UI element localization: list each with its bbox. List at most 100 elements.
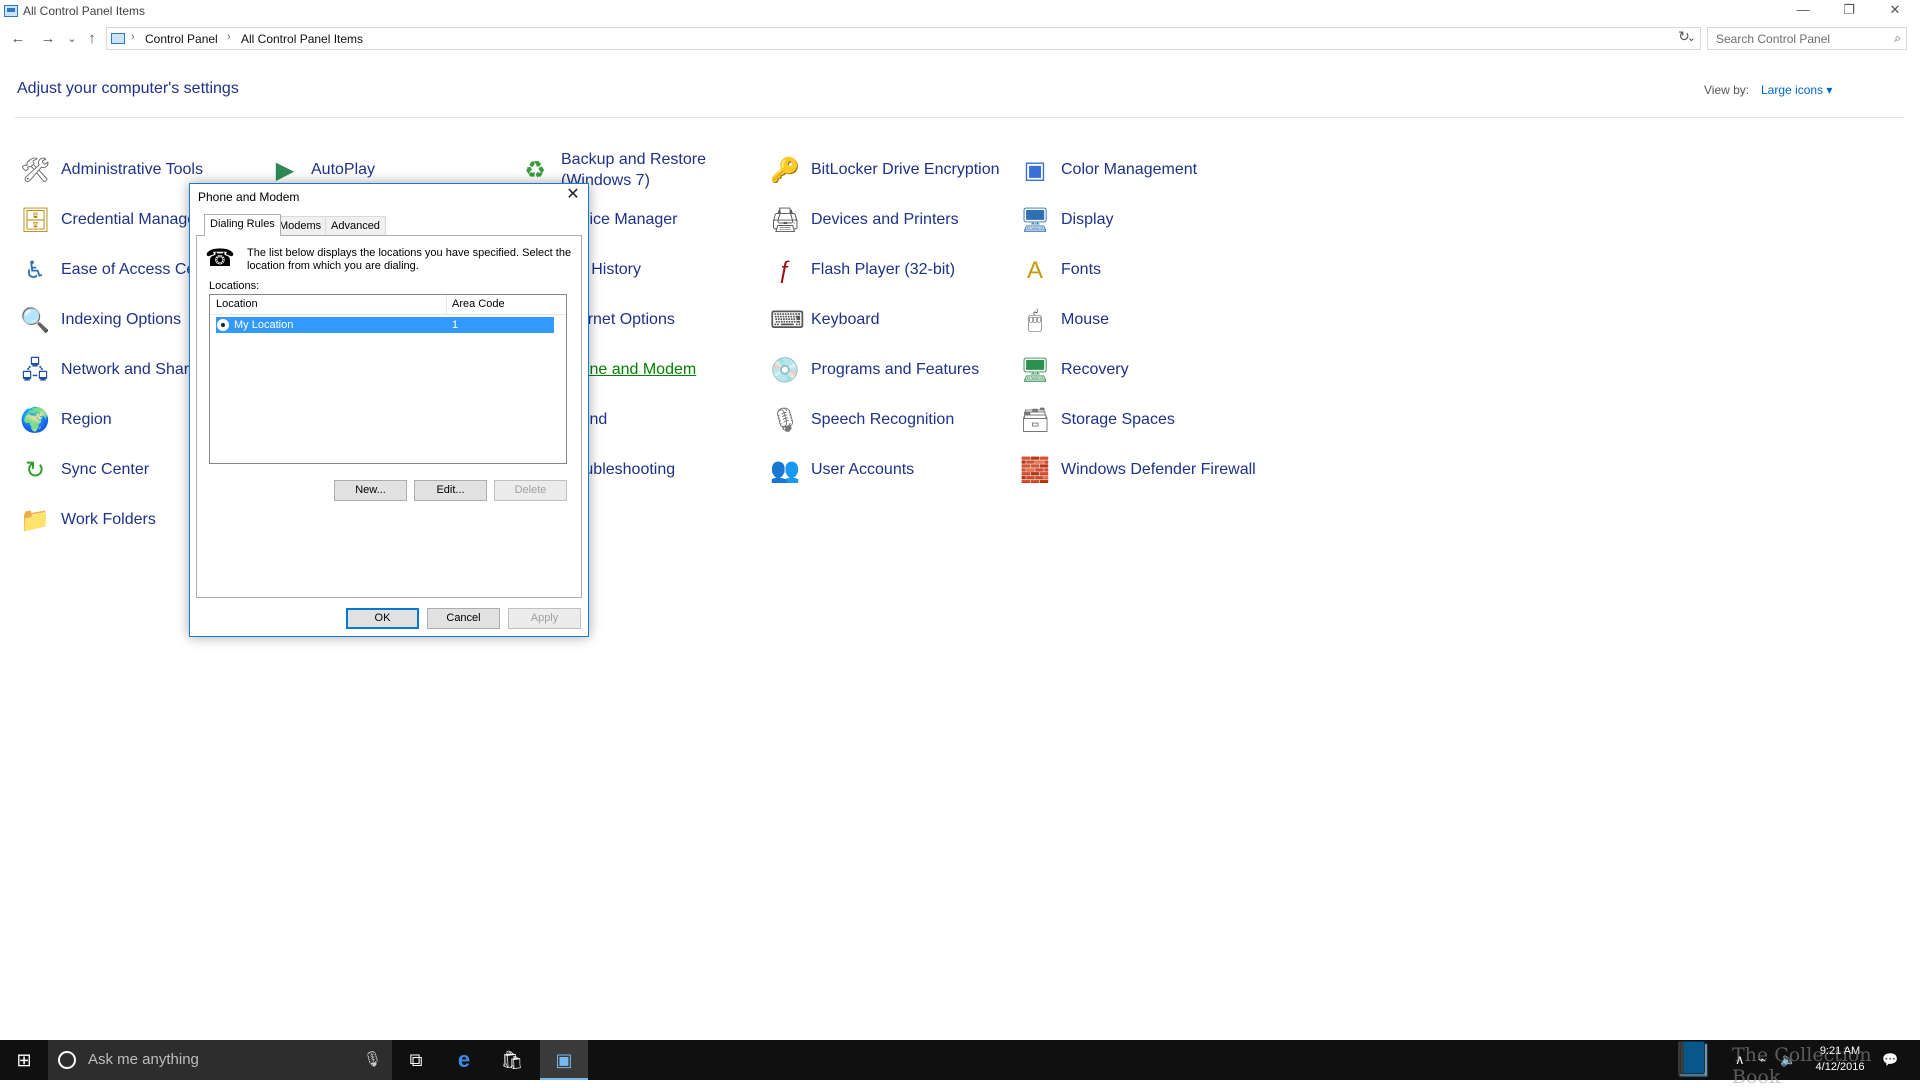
cp-item-label: Storage Spaces [1061, 411, 1175, 428]
cp-item-user-accounts[interactable]: 👥 User Accounts [770, 448, 1010, 492]
close-button[interactable]: ✕ [1872, 0, 1918, 22]
cp-item-devices-printers[interactable]: 🖨 Devices and Printers [770, 198, 1010, 242]
selected-radio-icon[interactable] [217, 319, 229, 331]
dialing-rules-panel: ☎ The list below displays the locations … [196, 235, 582, 598]
work-folders-icon: 📁 [20, 507, 50, 534]
column-area-code[interactable]: Area Code [452, 298, 505, 310]
title-bar: All Control Panel Items — ❐ ✕ [0, 0, 1920, 22]
windows-firewall-icon: 🧱 [1020, 457, 1050, 484]
address-box[interactable]: › Control Panel › All Control Panel Item… [106, 27, 1701, 50]
new-button[interactable]: New... [334, 480, 407, 501]
up-button[interactable]: ↑ [82, 29, 102, 49]
cp-item-label: Credential Manager [61, 211, 202, 228]
forward-button[interactable]: → [38, 29, 58, 49]
cp-item-label: Programs and Features [811, 361, 980, 378]
network-sharing-icon: 🖧 [21, 357, 49, 384]
cp-item-label: Sync Center [61, 461, 150, 478]
book-icon: 📘 [1672, 1041, 1715, 1079]
keyboard-icon: ⌨ [770, 307, 805, 334]
cp-item-label: Speech Recognition [811, 411, 955, 428]
edge-icon[interactable]: e [440, 1040, 488, 1080]
watermark-text: The Collection Book [1732, 1044, 1872, 1088]
tab-dialing-rules[interactable]: Dialing Rules [204, 214, 281, 236]
apply-button[interactable]: Apply [508, 608, 581, 629]
cp-item-programs-features[interactable]: 💿 Programs and Features [770, 348, 1010, 392]
search-input[interactable]: Search Control Panel ⌕ [1707, 27, 1907, 50]
column-divider[interactable] [446, 295, 447, 315]
cortana-placeholder: Ask me anything [88, 1051, 199, 1068]
cp-item-label: Administrative Tools [61, 161, 203, 178]
back-button[interactable]: ← [8, 29, 28, 49]
tab-advanced[interactable]: Advanced [325, 216, 386, 236]
header-divider [14, 117, 1904, 118]
cp-item-flash-player[interactable]: ƒ Flash Player (32-bit) [770, 248, 1010, 292]
dialog-title: Phone and Modem [198, 190, 300, 204]
view-by-dropdown[interactable]: Large icons ▾ [1761, 83, 1832, 97]
view-by-label: View by: [1704, 83, 1750, 97]
cancel-button[interactable]: Cancel [427, 608, 500, 629]
cp-item-mouse[interactable]: 🖱 Mouse [1020, 298, 1260, 342]
cp-item-label: Devices and Printers [811, 211, 959, 228]
address-bar-row: ← → ⌄ ↑ › Control Panel › All Control Pa… [0, 25, 1920, 53]
phone-icon: ☎ [205, 245, 235, 272]
cp-item-speech-recognition[interactable]: 🎙 Speech Recognition [770, 398, 1010, 442]
breadcrumb-separator: › [131, 31, 135, 43]
minimize-button[interactable]: — [1780, 0, 1826, 22]
cp-item-label: BitLocker Drive Encryption [811, 161, 1000, 178]
restore-button[interactable]: ❐ [1826, 0, 1872, 22]
search-placeholder: Search Control Panel [1716, 32, 1831, 46]
storage-spaces-icon: 🗃 [1020, 407, 1051, 434]
cp-item-label: Region [61, 411, 112, 428]
delete-button[interactable]: Delete [494, 480, 567, 501]
microphone-icon[interactable]: 🎙 [363, 1050, 382, 1068]
location-row[interactable]: My Location 1 [216, 317, 554, 333]
cp-item-color-management[interactable]: ▣ Color Management [1020, 148, 1260, 192]
autoplay-icon: ▶ [275, 157, 295, 184]
cp-item-storage-spaces[interactable]: 🗃 Storage Spaces [1020, 398, 1260, 442]
cp-item-label: Color Management [1061, 161, 1198, 178]
backup-restore-icon: ♻ [524, 157, 546, 184]
sync-center-icon: ↻ [24, 457, 46, 484]
indexing-options-icon: 🔍 [20, 307, 50, 334]
cp-item-label: Windows Defender Firewall [1061, 461, 1256, 478]
ok-button[interactable]: OK [346, 608, 419, 629]
control-panel-icon [111, 33, 125, 44]
devices-printers-icon: 🖨 [770, 207, 801, 234]
cp-item-display[interactable]: 🖥 Display [1020, 198, 1260, 242]
phone-modem-dialog: Phone and Modem ✕ Dialing Rules Modems A… [189, 183, 589, 637]
store-icon[interactable]: 🛍 [488, 1040, 536, 1080]
cp-item-label: Recovery [1061, 361, 1129, 378]
column-location[interactable]: Location [216, 298, 258, 310]
dialog-close-icon[interactable]: ✕ [564, 186, 582, 204]
watermark: 📘 The Collection Book [1672, 1040, 1902, 1088]
breadcrumb-control-panel[interactable]: Control Panel [145, 32, 218, 46]
cortana-icon [58, 1051, 76, 1069]
breadcrumb-separator: › [227, 31, 231, 43]
locations-list[interactable]: Location Area Code My Location 1 [209, 294, 567, 464]
refresh-icon[interactable]: ↻ [1675, 28, 1693, 46]
cp-item-bitlocker[interactable]: 🔑 BitLocker Drive Encryption [770, 148, 1010, 192]
start-button[interactable]: ⊞ [0, 1040, 48, 1080]
cp-item-windows-firewall[interactable]: 🧱 Windows Defender Firewall [1020, 448, 1260, 492]
breadcrumb-all-items[interactable]: All Control Panel Items [241, 32, 363, 46]
edit-button[interactable]: Edit... [414, 480, 487, 501]
taskbar: ⊞ Ask me anything 🎙 ⧉ e 🛍 ▣ ∧ ⌁ 🔈 9:21 A… [0, 1040, 1920, 1080]
control-panel-taskbar-icon[interactable]: ▣ [540, 1040, 588, 1080]
tab-modems[interactable]: Modems [273, 216, 328, 236]
programs-features-icon: 💿 [770, 357, 800, 384]
cp-item-fonts[interactable]: A Fonts [1020, 248, 1260, 292]
ease-of-access-icon: ♿ [24, 257, 46, 284]
task-view-icon[interactable]: ⧉ [392, 1040, 440, 1080]
recent-locations-button[interactable]: ⌄ [62, 29, 82, 49]
speech-recognition-icon: 🎙 [770, 407, 801, 434]
admin-tools-icon: 🛠 [20, 157, 51, 184]
flash-player-icon: ƒ [778, 257, 792, 284]
cortana-search-box[interactable]: Ask me anything 🎙 [48, 1040, 392, 1080]
cp-item-recovery[interactable]: 🖥 Recovery [1020, 348, 1260, 392]
cp-item-keyboard[interactable]: ⌨ Keyboard [770, 298, 1010, 342]
search-icon[interactable]: ⌕ [1894, 31, 1901, 46]
cp-item-label: User Accounts [811, 461, 915, 478]
cp-item-label: Flash Player (32-bit) [811, 261, 956, 278]
recovery-icon: 🖥 [1020, 357, 1051, 384]
color-management-icon: ▣ [1023, 157, 1047, 184]
